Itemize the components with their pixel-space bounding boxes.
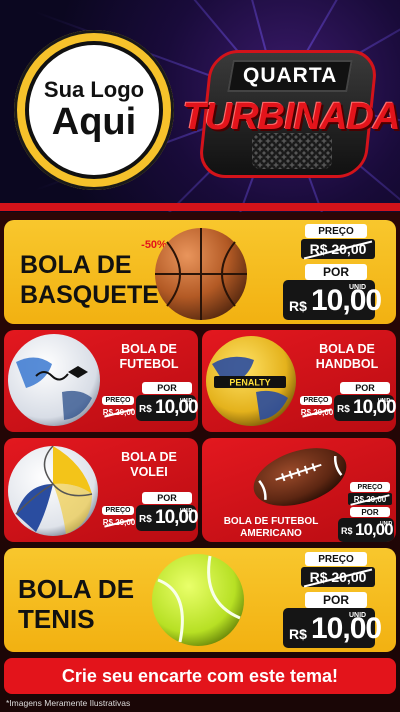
- soccer-ball-icon: [8, 334, 100, 426]
- old-price: R$ 20,00: [102, 406, 136, 418]
- current-price: R$ 10,00 UNID: [136, 395, 198, 421]
- basketball-icon: [155, 228, 247, 320]
- old-price: R$ 20,00: [301, 567, 375, 588]
- price-box: PREÇO R$ 20,00 POR R$ 10,00 UNID: [283, 224, 391, 320]
- flyer-page: Sua Logo Aqui QUARTA TURBINADA BOLA DE B…: [0, 0, 400, 712]
- product-card-futebol[interactable]: BOLA DE FUTEBOL POR PREÇO R$ 20,00 R$ 10…: [4, 330, 198, 432]
- old-price: R$ 20,00: [300, 406, 334, 418]
- old-price: R$ 20,00: [348, 493, 392, 506]
- product-title: BOLA DE HANDBOL: [315, 342, 379, 371]
- product-card-handbol[interactable]: BOLA DE HANDBOL PENALTY POR PREÇO R$ 20,…: [202, 330, 396, 432]
- cta-text: Crie seu encarte com este tema!: [61, 665, 339, 686]
- volleyball-icon: [8, 445, 98, 536]
- american-football-icon: [253, 448, 347, 506]
- price-box: POR PREÇO R$ 20,00 R$ 10,00 UNID: [102, 382, 198, 428]
- current-price: R$ 10,00 UNID: [283, 280, 382, 320]
- handball-icon: PENALTY: [206, 336, 296, 426]
- price-box: PREÇO R$ 20,00 POR R$ 10,00 UNID: [338, 482, 394, 542]
- logo-line-1: Sua Logo: [43, 77, 145, 102]
- product-card-volei[interactable]: BOLA DE VOLEI POR PREÇO R$ 20,00 R$ 10,0…: [4, 438, 198, 542]
- product-card-tenis[interactable]: BOLA DE TENIS PREÇO R$ 20,00 POR R$ 10,0…: [4, 548, 396, 652]
- price-box: PREÇO R$ 20,00 POR R$ 10,00 UNID: [283, 552, 391, 648]
- tennis-ball-icon: [152, 554, 244, 646]
- current-price: R$ 10,00 UNID: [338, 518, 394, 542]
- product-card-americano[interactable]: PREÇO R$ 20,00 POR R$ 10,00 UNID BOLA DE…: [202, 438, 396, 542]
- product-title: BOLA DE FUTEBOL: [119, 342, 179, 371]
- badge-line-1: QUARTA: [242, 64, 338, 87]
- current-price: R$ 10,00 UNID: [334, 395, 396, 421]
- quarta-turbinada-badge: QUARTA TURBINADA: [183, 38, 400, 188]
- header-banner: Sua Logo Aqui QUARTA TURBINADA: [0, 0, 400, 212]
- badge-line-2: TURBINADA: [182, 95, 400, 138]
- product-title: BOLA DE VOLEI: [121, 450, 177, 479]
- logo-line-2: Aqui: [51, 101, 137, 143]
- product-title: BOLA DE BASQUETE: [20, 251, 159, 309]
- store-logo-placeholder: Sua Logo Aqui: [14, 30, 174, 190]
- current-price: R$ 10,00 UNID: [136, 505, 198, 531]
- product-title: BOLA DE TENIS: [18, 574, 135, 634]
- price-box: POR PREÇO R$ 20,00 R$ 10,00 UNID: [102, 492, 198, 538]
- disclaimer-text: *Imagens Meramente Ilustrativas: [6, 698, 131, 708]
- cta-banner[interactable]: Crie seu encarte com este tema!: [4, 658, 396, 694]
- current-price: R$ 10,00 UNID: [283, 608, 382, 648]
- product-card-basquete[interactable]: BOLA DE BASQUETE -50% PREÇO R$ 20,00 POR…: [4, 220, 396, 324]
- header-divider: [0, 203, 400, 211]
- product-title: BOLA DE FUTEBOL AMERICANO: [223, 516, 319, 539]
- old-price: R$ 20,00: [301, 239, 375, 260]
- old-price: R$ 20,00: [102, 516, 136, 528]
- svg-text:PENALTY: PENALTY: [229, 378, 270, 388]
- price-box: POR PREÇO R$ 20,00 R$ 10,00 UNID: [300, 382, 396, 428]
